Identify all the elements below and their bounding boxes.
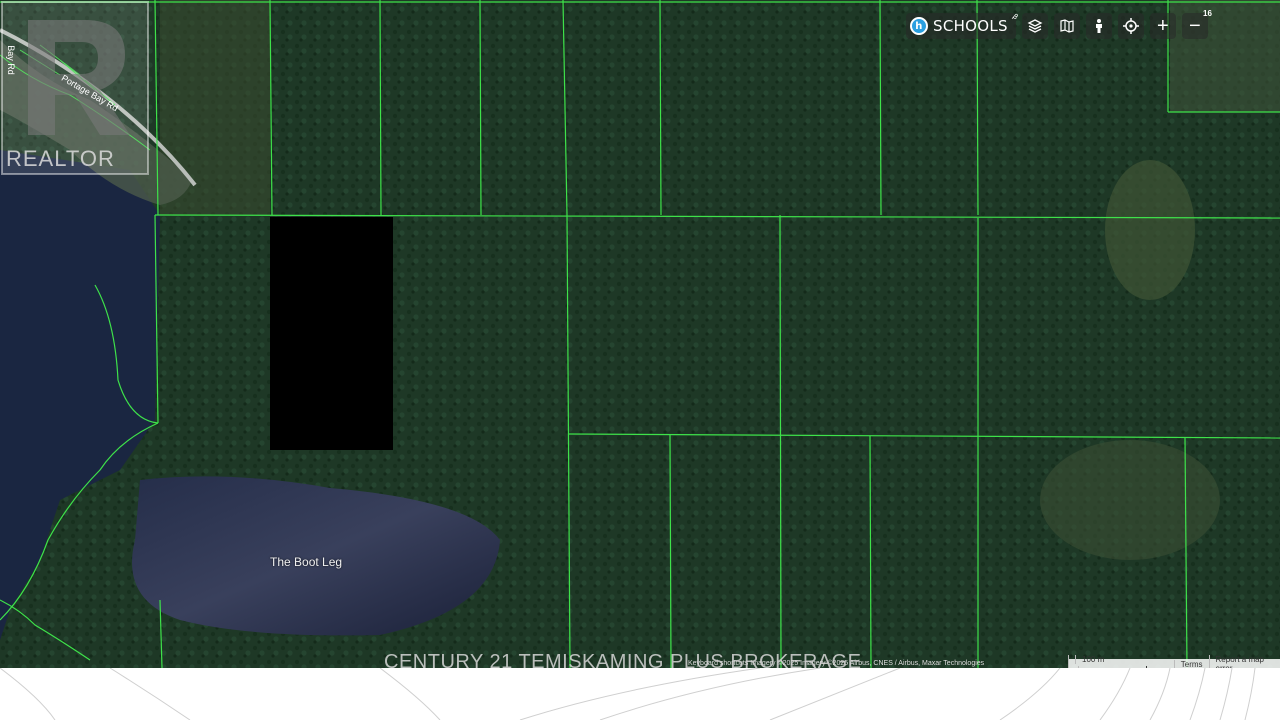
road-label: Bay Rd [5, 45, 16, 75]
pegman-icon [1095, 19, 1102, 33]
zoom-in-button[interactable]: + [1149, 13, 1176, 39]
terms-link[interactable]: Terms [1173, 659, 1209, 668]
satellite-map[interactable]: REALTOR Portage Bay Rd Bay Rd The Boot L… [0, 0, 1280, 668]
map-icon [1060, 19, 1074, 33]
schools-icon: h [910, 17, 928, 35]
streetview-button[interactable] [1085, 13, 1112, 39]
locate-button[interactable] [1117, 13, 1144, 39]
brokerage-watermark: CENTURY 21 TEMISKAMING PLUS BROKERAGE [384, 651, 862, 673]
watermark-text: REALTOR [6, 146, 115, 171]
layers-button[interactable] [1021, 13, 1048, 39]
schools-label: SCHOOLS [933, 17, 1008, 35]
zoom-level-badge: 16 [1203, 9, 1212, 18]
map-attribution-bar: 100 m Terms Report a map error [1068, 655, 1280, 668]
crosshair-icon [1122, 18, 1139, 34]
redacted-block [270, 217, 393, 450]
report-map-error-link[interactable]: Report a map error [1208, 655, 1280, 668]
map-toolbar: h SCHOOLS β + − [906, 12, 1208, 40]
footer-decoration [0, 668, 1280, 720]
map-imagery [0, 0, 1280, 668]
lake-label: The Boot Leg [270, 555, 343, 569]
map-type-button[interactable] [1053, 13, 1080, 39]
layers-icon [1027, 19, 1043, 33]
decorative-arcs [0, 668, 1256, 720]
schools-button[interactable]: h SCHOOLS β [906, 12, 1020, 39]
scale-bar[interactable]: 100 m [1068, 655, 1174, 668]
beta-tag: β [1011, 12, 1020, 22]
